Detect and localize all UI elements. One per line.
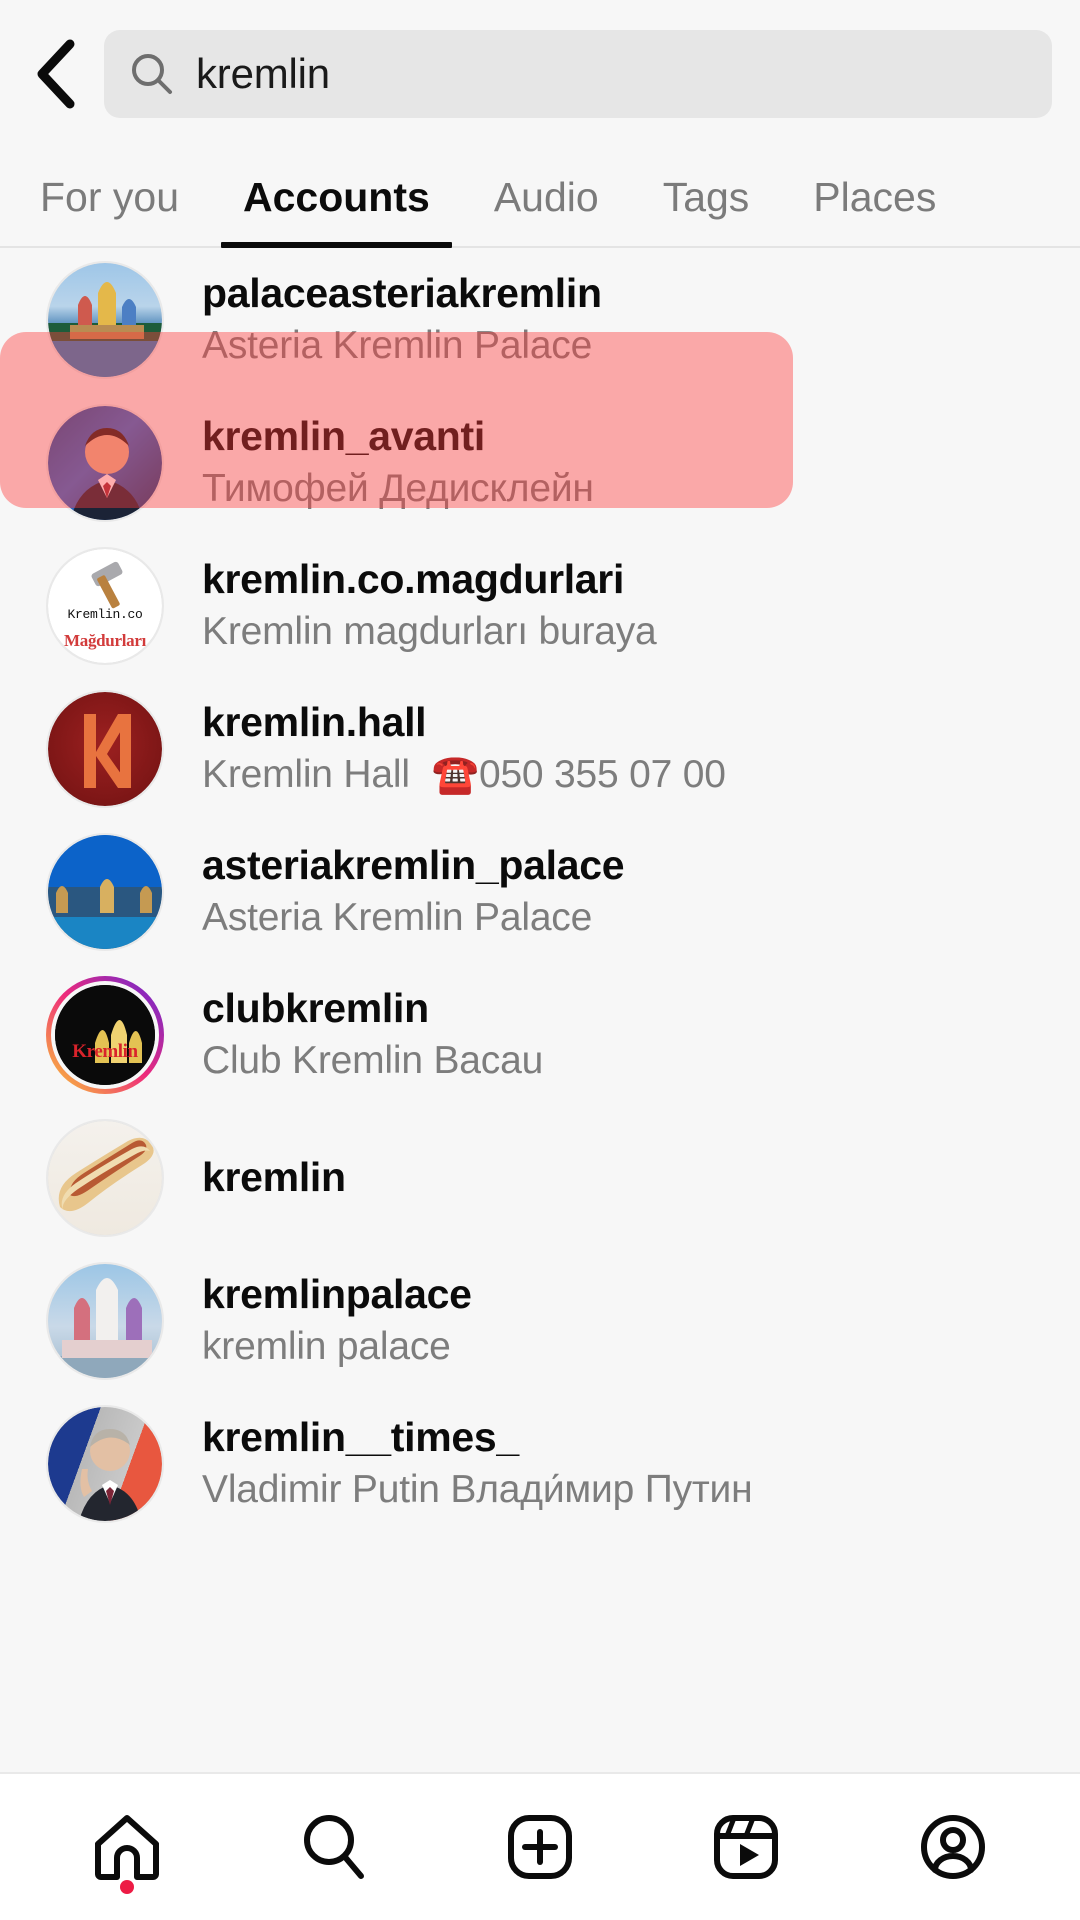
username: kremlin.hall xyxy=(202,698,427,745)
tab-for-you[interactable]: For you xyxy=(8,148,211,246)
account-meta: kremlin_avanti Тимофей Дедисклейн xyxy=(202,412,1080,513)
plus-square-icon xyxy=(507,1815,572,1879)
nav-home[interactable] xyxy=(52,1792,202,1902)
resort-night-avatar xyxy=(48,834,162,949)
tab-label: Accounts xyxy=(243,173,430,220)
search-icon xyxy=(303,1815,364,1879)
club-kremlin-logo-avatar: Kremlin xyxy=(55,984,155,1085)
tab-audio[interactable]: Audio xyxy=(462,148,631,246)
full-name: Kremlin magdurları buraya xyxy=(202,610,657,654)
tab-label: Audio xyxy=(493,173,599,220)
avatar[interactable] xyxy=(46,1118,164,1237)
nav-create[interactable] xyxy=(465,1792,615,1902)
tab-accounts[interactable]: Accounts xyxy=(211,148,462,248)
tab-label: For you xyxy=(40,173,179,220)
username: asteriakremlin_palace xyxy=(202,841,625,888)
avatar-text: Kremlin xyxy=(72,1040,138,1062)
list-item[interactable]: palaceasteriakremlin Asteria Kremlin Pal… xyxy=(0,248,1080,391)
avatar[interactable] xyxy=(46,1261,164,1380)
username: kremlin xyxy=(202,1154,346,1201)
full-name: Vladimir Putin Влади́мир Путин xyxy=(202,1468,753,1512)
full-name: Тимофей Дедисклейн xyxy=(202,467,594,511)
username: kremlin_avanti xyxy=(202,412,485,459)
list-item[interactable]: kremlin xyxy=(0,1106,1080,1249)
account-meta: clubkremlin Club Kremlin Bacau xyxy=(202,984,1080,1085)
saint-basil-cathedral-avatar xyxy=(48,262,162,377)
bottom-navigation-bar xyxy=(0,1772,1080,1920)
putin-flag-avatar xyxy=(48,1406,162,1521)
list-item[interactable]: Kremlin clubkremlin Club Kremlin Bacau xyxy=(0,963,1080,1106)
back-button[interactable] xyxy=(18,37,92,111)
home-icon xyxy=(95,1815,160,1880)
avatar[interactable] xyxy=(46,832,164,951)
list-item[interactable]: asteriakremlin_palace Asteria Kremlin Pa… xyxy=(0,820,1080,963)
chevron-left-icon xyxy=(37,39,75,109)
avatar[interactable]: Kremlin.co Mağdurları xyxy=(46,546,164,665)
full-name: Asteria Kremlin Palace xyxy=(202,324,593,368)
full-name: Club Kremlin Bacau xyxy=(202,1039,544,1083)
tab-label: Tags xyxy=(662,173,750,220)
account-results-list[interactable]: palaceasteriakremlin Asteria Kremlin Pal… xyxy=(0,248,1080,1772)
list-item[interactable]: kremlin_avanti Тимофей Дедисклейн xyxy=(0,391,1080,534)
full-name: Kremlin Hall ☎️ 050 355 07 00 xyxy=(202,752,1060,799)
list-item[interactable]: kremlinpalace kremlin palace xyxy=(0,1249,1080,1392)
full-name: kremlin palace xyxy=(202,1325,451,1369)
instagram-search-screen: kremlin For you Accounts Audio Tags Plac… xyxy=(0,0,1080,1920)
kh-monogram-avatar xyxy=(48,691,162,806)
avatar[interactable] xyxy=(46,260,164,379)
nav-search[interactable] xyxy=(259,1792,409,1902)
saint-basil-cathedral-avatar xyxy=(48,1263,162,1378)
tab-label: Places xyxy=(813,173,937,220)
reels-icon xyxy=(714,1815,779,1879)
avatar[interactable] xyxy=(46,689,164,808)
username: clubkremlin xyxy=(202,984,429,1031)
list-item[interactable]: kremlin__times_ Vladimir Putin Влади́мир… xyxy=(0,1392,1080,1535)
avatar-text-top: Kremlin.co xyxy=(67,606,143,622)
nav-reels[interactable] xyxy=(671,1792,821,1902)
avatar[interactable]: Kremlin xyxy=(46,975,164,1094)
tab-places[interactable]: Places xyxy=(781,148,968,246)
account-meta: kremlin.co.magdurlari Kremlin magdurları… xyxy=(202,555,1080,656)
avatar-text-bottom: Mağdurları xyxy=(64,630,146,650)
search-query-text: kremlin xyxy=(196,50,330,97)
man-in-suit-avatar xyxy=(48,405,162,520)
search-input[interactable]: kremlin xyxy=(104,30,1052,118)
notification-dot xyxy=(120,1880,135,1894)
hot-dog-avatar xyxy=(48,1120,162,1235)
list-item[interactable]: kremlin.hall Kremlin Hall ☎️ 050 355 07 0… xyxy=(0,677,1080,820)
username: kremlin__times_ xyxy=(202,1413,519,1460)
account-meta: palaceasteriakremlin Asteria Kremlin Pal… xyxy=(202,269,1080,370)
tab-tags[interactable]: Tags xyxy=(631,148,782,246)
username: palaceasteriakremlin xyxy=(202,269,602,316)
full-name-text: Kremlin Hall xyxy=(202,753,410,797)
telephone-emoji: ☎️ xyxy=(431,753,479,796)
account-meta: asteriakremlin_palace Asteria Kremlin Pa… xyxy=(202,841,1080,942)
account-meta: kremlinpalace kremlin palace xyxy=(202,1270,1080,1371)
phone-number: 050 355 07 00 xyxy=(478,753,726,797)
profile-circle-icon xyxy=(920,1815,985,1879)
username: kremlinpalace xyxy=(202,1270,472,1317)
list-item[interactable]: Kremlin.co Mağdurları kremlin.co.magdurl… xyxy=(0,534,1080,677)
account-meta: kremlin__times_ Vladimir Putin Влади́мир… xyxy=(202,1413,1080,1514)
account-meta: kremlin.hall Kremlin Hall ☎️ 050 355 07 0… xyxy=(202,698,1080,799)
avatar[interactable] xyxy=(46,403,164,522)
username: kremlin.co.magdurlari xyxy=(202,555,625,602)
nav-profile[interactable] xyxy=(878,1792,1028,1902)
avatar[interactable] xyxy=(46,1404,164,1523)
account-meta: kremlin xyxy=(202,1153,1080,1201)
search-tab-bar: For you Accounts Audio Tags Places xyxy=(0,148,1080,248)
full-name: Asteria Kremlin Palace xyxy=(202,896,593,940)
search-header: kremlin xyxy=(0,0,1080,148)
hammer-logo-avatar: Kremlin.co Mağdurları xyxy=(48,548,162,663)
search-icon xyxy=(130,52,174,96)
